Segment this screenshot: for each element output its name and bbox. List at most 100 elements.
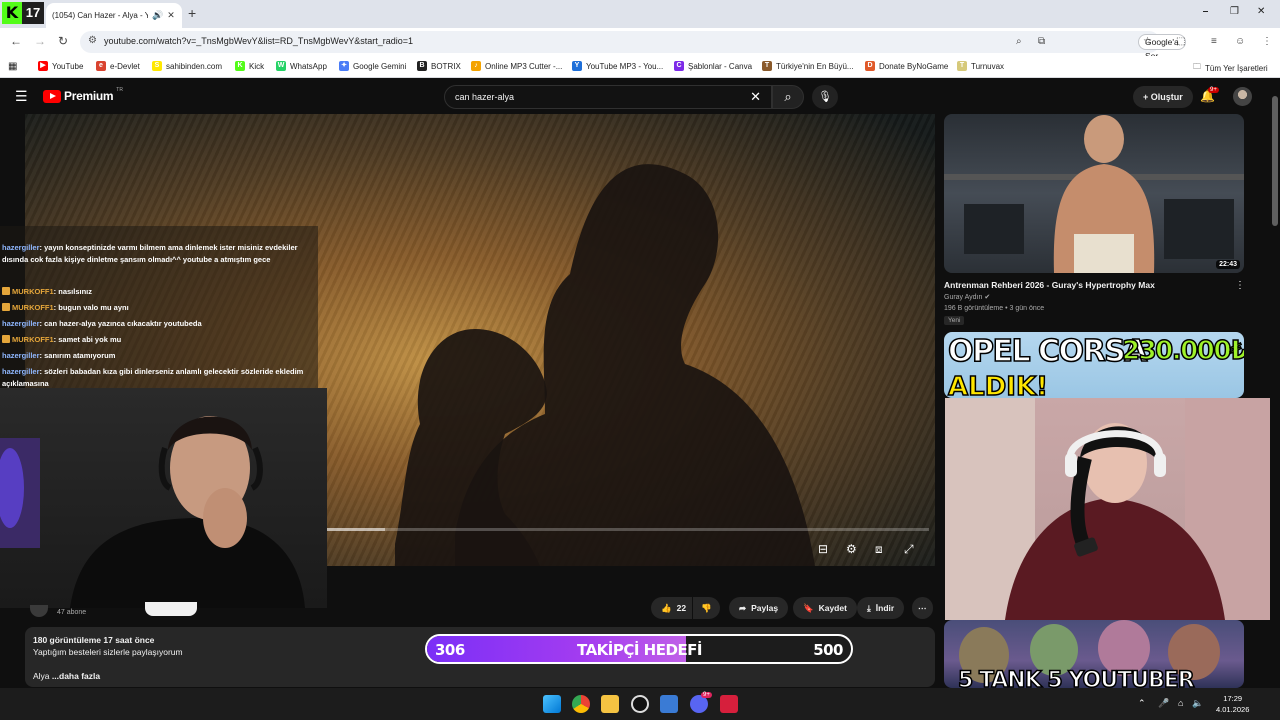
chat-badge-icon <box>2 287 10 295</box>
bookmark-item[interactable]: C Şablonlar - Canva <box>674 61 752 71</box>
bookmark-item[interactable]: e e-Devlet <box>96 61 140 71</box>
share-button[interactable]: ➦ Paylaş <box>729 597 789 619</box>
site-info-icon[interactable]: ⚙ <box>88 35 97 46</box>
forward-icon[interactable]: → <box>34 34 46 48</box>
chrome-icon[interactable] <box>572 695 590 713</box>
bookmark-favicon-icon: D <box>865 61 875 71</box>
goal-target: 500 <box>813 641 843 659</box>
reading-list-icon[interactable]: ≡ <box>1211 36 1217 47</box>
obs-icon[interactable] <box>631 695 649 713</box>
bookmark-item[interactable]: T Türkiye'nin En Büyü... <box>762 61 854 71</box>
page-scrollbar[interactable] <box>1270 78 1280 690</box>
rec-meta-1: 196 B görüntüleme • 3 gün önce <box>944 305 1045 312</box>
rec-title-1[interactable]: Antrenman Rehberi 2026 - Guray's Hypertr… <box>944 280 1155 290</box>
volume-icon[interactable]: 🔈 <box>1192 698 1203 709</box>
show-more-link[interactable]: ...daha fazla <box>52 671 100 681</box>
youtube-premium-logo[interactable]: Premium TR <box>43 87 123 103</box>
like-button[interactable]: 👍 22 <box>651 597 693 619</box>
tab-strip: K 17 (1054) Can Hazer - Alya - Yo 🔊 ✕ + … <box>0 0 1280 28</box>
youtube-masthead: ☰ Premium TR can hazer-alya ✕ ⌕ 🎙 + Oluş… <box>0 78 1270 114</box>
save-button[interactable]: 🔖 Kaydet <box>793 597 857 619</box>
subscribe-button[interactable] <box>145 602 197 616</box>
chat-message: hazergiller: sanırım atamıyorum <box>2 350 314 362</box>
goal-current: 306 <box>435 641 465 659</box>
tab-search-icon[interactable]: ⎯ <box>1203 6 1208 17</box>
active-tab[interactable]: (1054) Can Hazer - Alya - Yo 🔊 ✕ <box>46 3 182 28</box>
bookmark-favicon-icon: T <box>762 61 772 71</box>
restore-window-icon[interactable]: ❐ <box>1230 6 1239 17</box>
tab-title: (1054) Can Hazer - Alya - Yo <box>52 11 148 20</box>
fullscreen-icon[interactable]: ⤢ <box>904 542 914 557</box>
file-explorer-icon[interactable] <box>601 695 619 713</box>
rec-headline-3: 5 TANK 5 YOUTUBER <box>957 667 1195 688</box>
chat-message: MURKOFF1: nasılsınız <box>2 286 314 298</box>
tray-chevron-icon[interactable]: ⌃ <box>1138 698 1146 709</box>
subtitles-icon[interactable]: ⊟ <box>818 542 828 556</box>
bookmark-item[interactable]: ✦ Google Gemini <box>339 61 406 71</box>
back-icon[interactable]: ← <box>10 34 22 48</box>
chat-text: : samet abi yok mu <box>53 335 122 344</box>
chat-text: : nasılsınız <box>53 287 93 296</box>
dislike-button[interactable]: 👎 <box>693 597 720 619</box>
reload-icon[interactable]: ↻ <box>58 34 68 48</box>
bookmark-star-icon[interactable]: ☆ <box>1143 36 1152 47</box>
bookmark-item[interactable]: W WhatsApp <box>276 61 327 71</box>
bookmark-favicon-icon: B <box>417 61 427 71</box>
create-button[interactable]: + Oluştur <box>1133 86 1193 108</box>
player-progress-bar[interactable] <box>325 528 929 531</box>
bookmark-item[interactable]: K Kick <box>235 61 264 71</box>
search-button[interactable]: ⌕ <box>772 85 804 109</box>
more-actions-button[interactable]: ⋯ <box>912 597 933 619</box>
bookmark-item[interactable]: T Turnuvax <box>957 61 1004 71</box>
audio-playing-icon[interactable]: 🔊 <box>152 10 163 21</box>
download-button[interactable]: ⤓ İndir <box>857 597 905 619</box>
bookmark-item[interactable]: ▶ YouTube <box>38 61 83 71</box>
all-bookmarks[interactable]: 🗀 Tüm Yer İşaretleri <box>1193 61 1268 75</box>
app-icon[interactable] <box>660 695 678 713</box>
network-icon[interactable]: ⌂ <box>1178 698 1183 708</box>
account-avatar[interactable] <box>1233 87 1252 106</box>
discord-badge: 9+ <box>701 692 712 698</box>
close-tab-icon[interactable]: ✕ <box>167 10 175 21</box>
video-duration: 22:43 <box>1216 260 1240 269</box>
bookmark-favicon-icon: C <box>674 61 684 71</box>
like-count: 22 <box>676 603 687 613</box>
rec-menu-icon[interactable]: ⋮ <box>1235 280 1245 291</box>
description-text: Yaptığım besteleri sizlerle paylaşıyorum <box>33 647 183 657</box>
kick-extension-logo[interactable]: K 17 <box>2 2 44 24</box>
bookmark-item[interactable]: ♪ Online MP3 Cutter -... <box>471 61 562 71</box>
install-icon[interactable]: ⧉ <box>1038 36 1045 47</box>
search-input[interactable]: can hazer-alya ✕ <box>444 85 772 109</box>
voice-search-button[interactable]: 🎙 <box>812 85 838 109</box>
rec-sub-2: ALDIK! <box>947 371 1048 398</box>
new-tab-icon[interactable]: + <box>188 5 196 21</box>
windows-start-icon[interactable] <box>543 695 561 713</box>
close-window-icon[interactable]: ✕ <box>1257 6 1265 17</box>
hamburger-menu-icon[interactable]: ☰ <box>15 88 28 105</box>
bookmark-item[interactable]: Y YouTube MP3 - You... <box>572 61 663 71</box>
system-clock[interactable]: 17:29 4.01.2026 <box>1216 693 1249 715</box>
chat-username: MURKOFF1 <box>12 287 54 296</box>
miniplayer-icon[interactable]: ⧈ <box>875 542 883 557</box>
rec-thumbnail-2[interactable]: OPEL CORSA 230.000₺ ALDIK! <box>944 332 1244 398</box>
menu-dots-icon[interactable]: ⋮ <box>1262 36 1272 47</box>
extensions-icon[interactable]: ⬚ <box>1176 36 1185 47</box>
mic-tray-icon[interactable]: 🎤 <box>1158 698 1169 709</box>
rec-channel-1[interactable]: Guray Aydın ✔ <box>944 293 990 301</box>
rec-thumbnail-3[interactable]: 5 TANK 5 YOUTUBER <box>944 620 1244 688</box>
address-bar[interactable]: ⚙ youtube.com/watch?v=_TnsMgbWevY&list=R… <box>80 31 1186 61</box>
bookmark-item[interactable]: B BOTRIX <box>417 61 461 71</box>
bookmark-item[interactable]: Ssahibinden.com <box>152 61 222 71</box>
app-red-icon[interactable] <box>720 695 738 713</box>
bookmark-favicon-icon: W <box>276 61 286 71</box>
settings-gear-icon[interactable]: ⚙ <box>846 542 857 556</box>
rec-thumbnail-1[interactable]: 22:43 <box>944 114 1244 273</box>
clear-search-icon[interactable]: ✕ <box>750 89 761 105</box>
apps-grid-icon[interactable]: ▦ <box>8 61 17 72</box>
zoom-icon[interactable]: ⌕ <box>1016 36 1022 47</box>
channel-avatar[interactable] <box>30 605 48 617</box>
profile-icon[interactable]: ☺ <box>1235 36 1245 47</box>
bookmark-item[interactable]: D Donate ByNoGame <box>865 61 948 71</box>
chat-message: hazergiller: can hazer-alya yazınca cıka… <box>2 318 314 330</box>
scrollbar-thumb[interactable] <box>1272 96 1278 226</box>
